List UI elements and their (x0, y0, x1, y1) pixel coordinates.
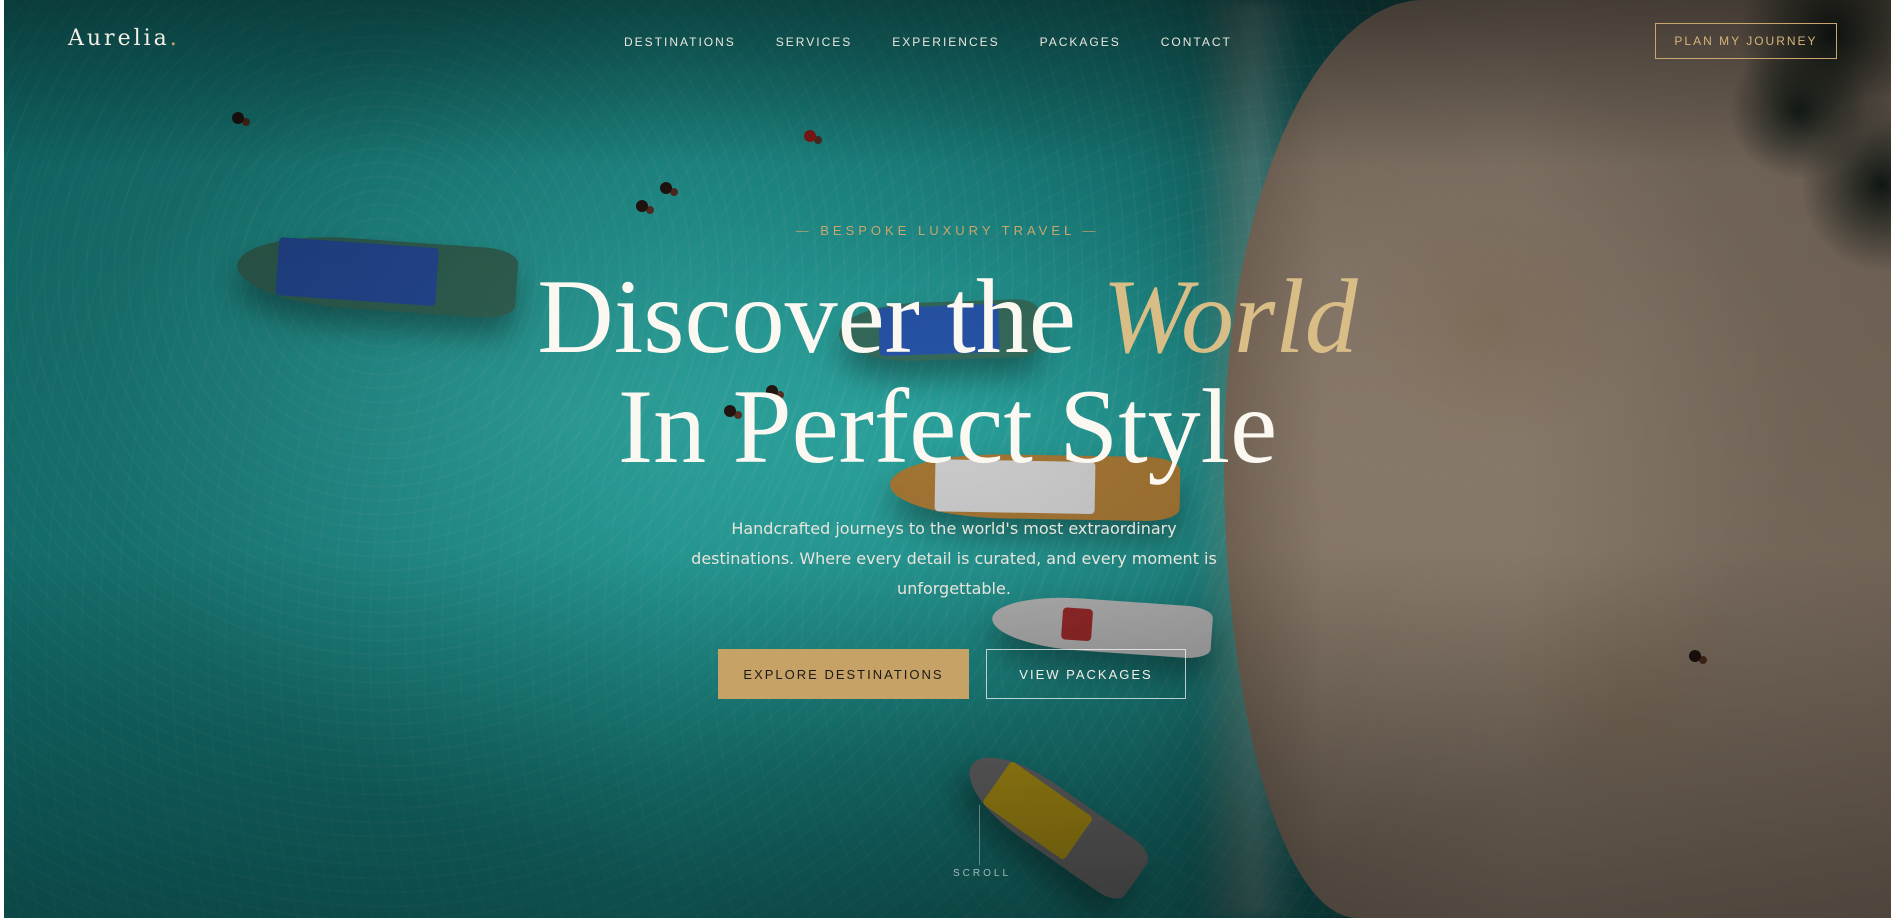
eyebrow-text: BESPOKE LUXURY TRAVEL (820, 223, 1075, 238)
hero-cta-group: EXPLORE DESTINATIONS VIEW PACKAGES (718, 649, 1186, 699)
nav-item-services[interactable]: SERVICES (776, 35, 852, 49)
logo-dot: . (169, 26, 180, 51)
nav-menu: DESTINATIONS SERVICES EXPERIENCES PACKAG… (624, 35, 1232, 49)
plan-my-journey-button[interactable]: PLAN MY JOURNEY (1655, 23, 1837, 59)
hero-eyebrow: — BESPOKE LUXURY TRAVEL — (4, 223, 1891, 238)
hero-section: Aurelia. DESTINATIONS SERVICES EXPERIENC… (4, 0, 1891, 918)
eyebrow-dash-right: — (1082, 223, 1100, 238)
view-packages-button[interactable]: VIEW PACKAGES (986, 649, 1186, 699)
hero-subtitle: Handcrafted journeys to the world's most… (691, 519, 1217, 598)
headline-accent: World (1102, 258, 1358, 375)
eyebrow-dash-left: — (795, 223, 813, 238)
brand-logo[interactable]: Aurelia. (68, 26, 180, 51)
explore-destinations-button[interactable]: EXPLORE DESTINATIONS (718, 649, 969, 699)
nav-item-experiences[interactable]: EXPERIENCES (892, 35, 999, 49)
scroll-indicator-line (979, 805, 980, 865)
headline-line2: In Perfect Style (617, 368, 1278, 485)
nav-item-destinations[interactable]: DESTINATIONS (624, 35, 736, 49)
top-navigation: Aurelia. DESTINATIONS SERVICES EXPERIENC… (4, 0, 1891, 84)
headline-part1: Discover the (537, 258, 1103, 375)
hero-headline: Discover the World In Perfect Style (4, 262, 1891, 482)
logo-text: Aurelia (68, 26, 170, 51)
nav-item-contact[interactable]: CONTACT (1161, 35, 1232, 49)
scroll-indicator[interactable]: SCROLL (4, 868, 1891, 879)
nav-item-packages[interactable]: PACKAGES (1040, 35, 1121, 49)
